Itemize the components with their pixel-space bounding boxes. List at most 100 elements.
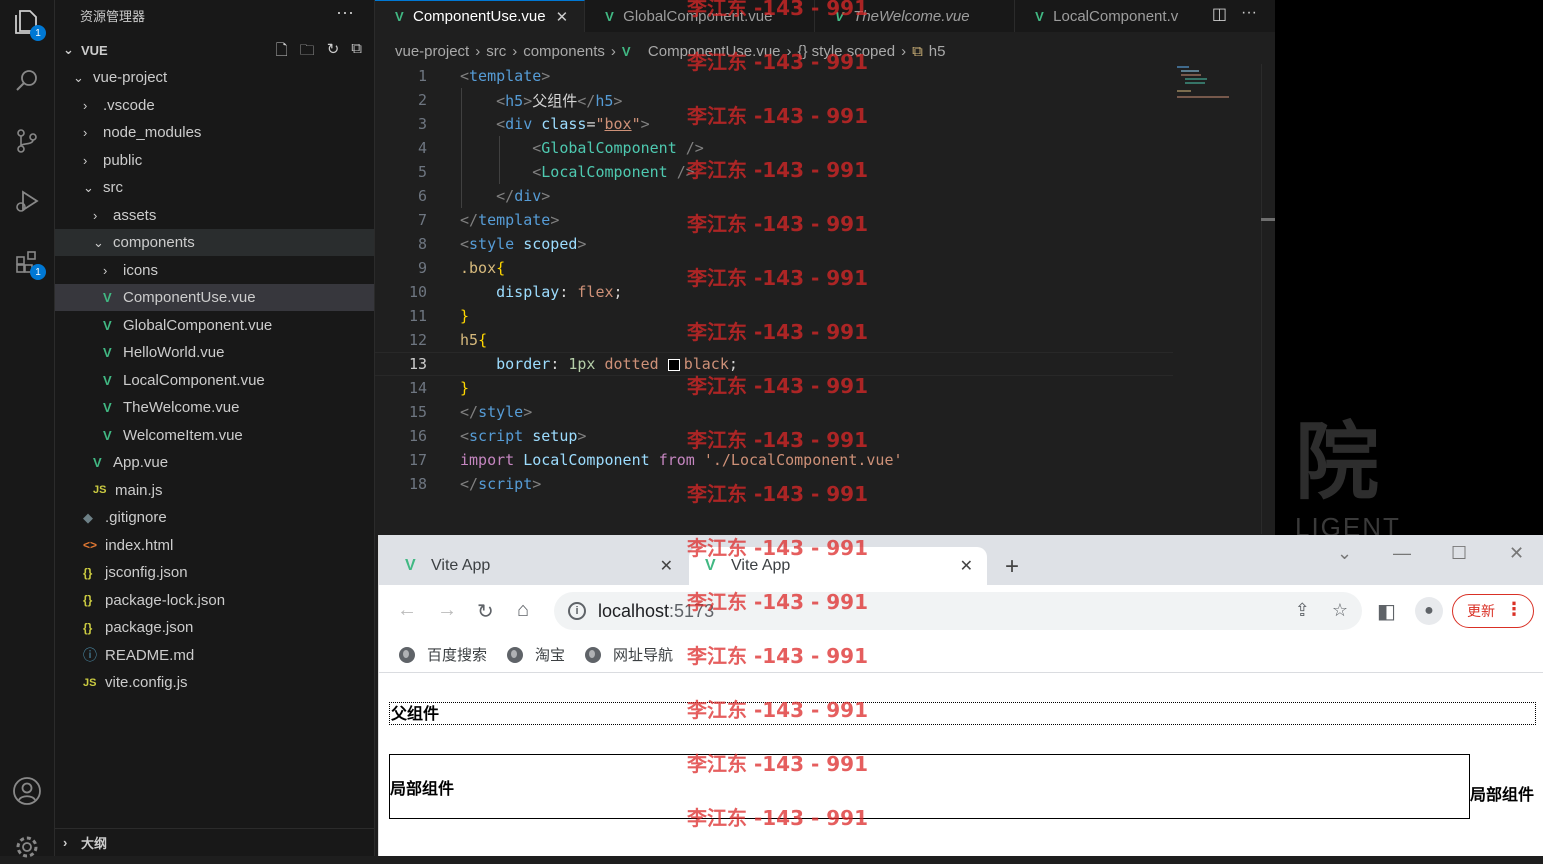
tree-file[interactable]: V WelcomeItem.vue (55, 422, 374, 449)
tree-file[interactable]: JS vite.config.js (55, 669, 374, 696)
selector-icon: ⧉ (912, 42, 923, 60)
tree-file[interactable]: ◆ .gitignore (55, 504, 374, 531)
search-icon[interactable] (10, 64, 44, 98)
breadcrumb-item[interactable]: components (523, 43, 605, 60)
tree-folder[interactable]: ⌄ components (55, 229, 374, 256)
tree-file[interactable]: {} package.json (55, 614, 374, 641)
browser-tab-active[interactable]: V Vite App ✕ (689, 547, 987, 585)
globe-icon (399, 646, 415, 663)
vue-file-icon: V (605, 8, 614, 24)
tree-file[interactable]: V ComponentUse.vue (55, 284, 374, 311)
collapse-all-icon[interactable]: ⧉ (351, 40, 362, 65)
tree-item-label: HelloWorld.vue (123, 344, 225, 361)
tree-folder[interactable]: › node_modules (55, 119, 374, 146)
tree-file[interactable]: {} package-lock.json (55, 587, 374, 614)
close-icon[interactable]: ✕ (556, 8, 569, 26)
tab-localcomponent[interactable]: V LocalComponent.v (1015, 0, 1194, 32)
tree-file[interactable]: JS main.js (55, 477, 374, 504)
tree-folder[interactable]: › icons (55, 257, 374, 284)
tree-item-label: src (103, 179, 123, 196)
update-button[interactable]: 更新 ⋮ (1452, 594, 1534, 628)
tree-file[interactable]: ⓘ README.md (55, 642, 374, 669)
tree-folder[interactable]: › public (55, 147, 374, 174)
breadcrumb-item[interactable]: h5 (929, 43, 946, 60)
split-editor-icon[interactable]: ◫ (1212, 4, 1227, 24)
tree-item-label: package-lock.json (105, 591, 226, 609)
local-component-text: 局部组件 (1470, 787, 1535, 804)
tree-file[interactable]: V HelloWorld.vue (55, 339, 374, 366)
new-file-icon[interactable]: 🗋 (276, 40, 288, 65)
code-line: 7 </template> (417, 211, 560, 229)
tree-item-label: components (113, 234, 195, 251)
bookmark-taobao[interactable]: 淘宝 (507, 644, 565, 665)
code-line: 5 <LocalComponent /> (417, 163, 695, 181)
color-swatch[interactable] (667, 358, 680, 371)
tab-globalcomponent[interactable]: V GlobalComponent.vue (585, 0, 816, 32)
background-text: 院 (1295, 412, 1380, 511)
new-tab-icon[interactable]: + (1005, 553, 1019, 581)
parent-heading: 父组件 (389, 702, 1536, 725)
tree-item-label: main.js (115, 481, 163, 499)
share-icon[interactable]: ⇪ (1295, 600, 1310, 621)
explorer-icon[interactable]: 1 (10, 5, 46, 41)
breadcrumb-item[interactable]: {} style scoped (798, 43, 896, 60)
account-icon[interactable] (10, 774, 44, 808)
tree-item-label: public (103, 151, 143, 169)
bookmark-star-icon[interactable]: ☆ (1332, 600, 1348, 621)
tree-file[interactable]: V GlobalComponent.vue (55, 312, 374, 339)
bookmark-nav[interactable]: 网址导航 (585, 644, 673, 665)
tree-file[interactable]: <> index.html (55, 532, 374, 559)
bookmark-baidu[interactable]: 百度搜索 (399, 644, 487, 665)
tree-file[interactable]: V App.vue (55, 449, 374, 476)
json-file-icon: {} (83, 593, 93, 607)
tree-folder[interactable]: › assets (55, 202, 374, 229)
breadcrumb-item[interactable]: vue-project (395, 43, 469, 60)
editor-scrollbar[interactable] (1261, 64, 1275, 534)
back-icon[interactable]: ← (397, 599, 417, 622)
chevron-right-icon: › (93, 207, 98, 223)
new-folder-icon[interactable]: 🗀 (300, 40, 315, 65)
tree-folder[interactable]: ⌄ vue-project (55, 64, 374, 91)
vite-favicon-icon: V (405, 557, 416, 574)
tree-folder[interactable]: › .vscode (55, 92, 374, 119)
tab-search-icon[interactable]: ⌄ (1337, 543, 1352, 564)
source-control-icon[interactable] (10, 124, 44, 158)
forward-icon[interactable]: → (437, 599, 457, 622)
refresh-icon[interactable]: ↻ (327, 40, 340, 65)
maximize-icon[interactable]: ☐ (1451, 543, 1467, 564)
code-line: 6 </div> (417, 187, 551, 205)
globe-icon (507, 646, 524, 663)
site-info-icon[interactable]: i (568, 602, 586, 620)
code-line: 12 h5{ (408, 331, 488, 349)
settings-gear-icon[interactable] (10, 830, 44, 864)
browser-tab[interactable]: V Vite App ✕ (389, 547, 687, 585)
run-debug-icon[interactable] (10, 184, 44, 218)
window-close-icon[interactable]: ✕ (1509, 543, 1524, 564)
breadcrumb: vue-project › src › components › V ComponentUse… (395, 40, 945, 62)
close-icon[interactable]: ✕ (660, 556, 673, 576)
tree-file[interactable]: V TheWelcome.vue (55, 394, 374, 421)
tab-thewelcome[interactable]: V TheWelcome.vue (815, 0, 1016, 32)
tree-file[interactable]: V LocalComponent.vue (55, 367, 374, 394)
extensions-icon[interactable]: 1 (10, 244, 46, 280)
chevron-down-icon: ⌄ (73, 69, 84, 85)
more-icon[interactable]: ··· (1241, 4, 1257, 24)
chevron-down-icon: ⌄ (83, 179, 94, 195)
profile-avatar-icon[interactable]: ● (1415, 597, 1443, 625)
address-bar[interactable]: i localhost:5173 ⇪ ☆ (554, 592, 1362, 630)
home-icon[interactable]: ⌂ (517, 599, 529, 622)
side-panel-icon[interactable]: ◧ (1377, 599, 1396, 624)
breadcrumb-item[interactable]: ComponentUse.vue (648, 43, 781, 60)
reload-icon[interactable]: ↻ (477, 599, 494, 624)
omnibox-actions: ⇪ ☆ (1295, 600, 1348, 621)
chevron-right-icon: › (83, 152, 88, 168)
more-actions-icon[interactable]: ··· (336, 2, 354, 23)
close-icon[interactable]: ✕ (960, 556, 973, 576)
tree-folder[interactable]: ⌄ src (55, 174, 374, 201)
minimize-icon[interactable]: — (1393, 543, 1411, 564)
tree-file[interactable]: {} jsconfig.json (55, 559, 374, 586)
tab-componentuse[interactable]: V ComponentUse.vue ✕ (375, 0, 586, 32)
minimap[interactable] (1175, 64, 1235, 104)
outline-section[interactable]: › 大纲 (55, 828, 374, 856)
breadcrumb-item[interactable]: src (486, 43, 506, 60)
